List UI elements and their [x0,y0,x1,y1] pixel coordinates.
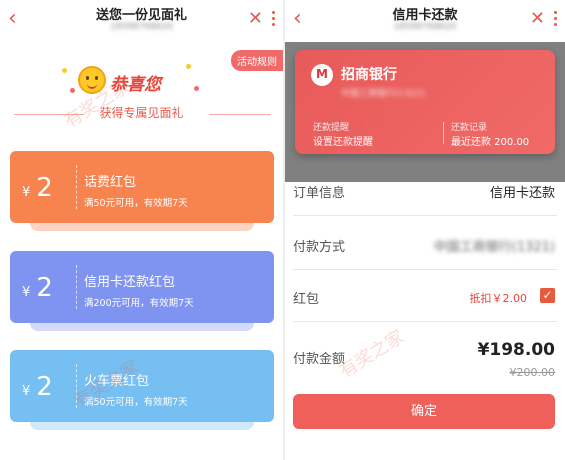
history-label: 还款记录 [451,123,488,133]
order-label: 订单信息 [293,186,346,201]
sparkle-icon [186,64,191,69]
close-icon[interactable]: ✕ [248,8,263,29]
order-value: 信用卡还款 [489,186,555,201]
page-title: 信用卡还款 [392,8,458,23]
congrats-banner: 恭喜您 [0,62,283,102]
coupon-condition: 满200元可用，有效期7天 [84,298,194,309]
coupon-condition: 满50元可用，有效期7天 [84,397,188,408]
bank-name: 招商银行 [341,67,397,83]
coupon-shadow [30,223,254,231]
close-icon[interactable]: ✕ [530,8,545,29]
redpacket-row: 红包 抵扣￥2.00 ✓ [293,272,557,322]
sparkle-icon [194,86,199,91]
coupon-phone[interactable]: ¥2 话费红包 满50元可用，有效期7天 [10,151,274,231]
redpacket-checkbox[interactable]: ✓ [540,288,555,303]
total-amount: ¥198.00 [477,340,555,360]
coupon-separator [76,165,77,209]
order-row: 订单信息 信用卡还款 [293,166,557,216]
coupon-name: 话费红包 [84,175,137,190]
coupon-credit-card[interactable]: ¥2 信用卡还款红包 满200元可用，有效期7天 [10,251,274,331]
coupon-name: 火车票红包 [84,374,150,389]
original-amount: ¥200.00 [509,366,556,379]
bank-card[interactable]: 招商银行 中国工商银行(1321) 还款提醒 设置还款提醒 还款记录 最近还款 … [295,50,555,154]
coupon-train-ticket[interactable]: ¥2 火车票红包 满50元可用，有效期7天 [10,350,274,430]
nav-bar: ‹ 送您一份见面礼 18598768620 ✕ [0,0,283,42]
amount-label: 付款金额 [293,352,346,367]
coupon-shadow [30,422,254,430]
sparkle-icon [62,68,67,73]
payment-value: 中国工商银行(1321) [433,240,555,255]
back-icon[interactable]: ‹ [8,8,30,30]
coupon-condition: 满50元可用，有效期7天 [84,198,188,209]
divider [209,114,271,115]
smiley-icon [78,66,106,94]
coupon-name: 信用卡还款红包 [84,275,176,290]
coupon-separator [76,265,77,309]
congrats-text: 恭喜您 [110,75,161,95]
coupon-shadow [30,323,254,331]
back-icon[interactable]: ‹ [293,8,315,30]
redpacket-label: 红包 [293,292,320,307]
bank-account: 中国工商银行(1321) [341,89,425,99]
coupon-separator [76,364,77,408]
history-link[interactable]: 最近还款 200.00 [451,133,529,148]
repayment-screen: ‹ 信用卡还款 18598768620 ✕ 招商银行 中国工商银行(1321) … [285,0,565,460]
reminder-label: 还款提醒 [313,123,350,133]
payment-label: 付款方式 [293,240,346,255]
gift-heading: 获得专属见面礼 [99,106,184,120]
nav-bar: ‹ 信用卡还款 18598768620 ✕ [285,0,565,42]
sparkle-icon [70,88,75,93]
page-title: 送您一份见面礼 [95,8,187,23]
confirm-button[interactable]: 确定 [293,394,555,429]
more-icon[interactable] [551,9,559,29]
card-divider [443,122,444,144]
page-subtitle: 18598768620 [110,22,173,32]
bank-logo-icon [311,64,333,86]
redpacket-deduction: 抵扣￥2.00 [469,292,528,305]
coupon-amount: ¥2 [22,173,53,203]
gift-screen: ‹ 送您一份见面礼 18598768620 ✕ 活动规则 恭喜您 获得专属见面礼… [0,0,283,460]
payment-method-row[interactable]: 付款方式 中国工商银行(1321) [293,220,557,270]
coupon-amount: ¥2 [22,273,53,303]
reminder-link[interactable]: 设置还款提醒 [313,133,373,148]
coupon-amount: ¥2 [22,372,53,402]
more-icon[interactable] [269,9,277,29]
page-subtitle: 18598768620 [393,22,457,32]
